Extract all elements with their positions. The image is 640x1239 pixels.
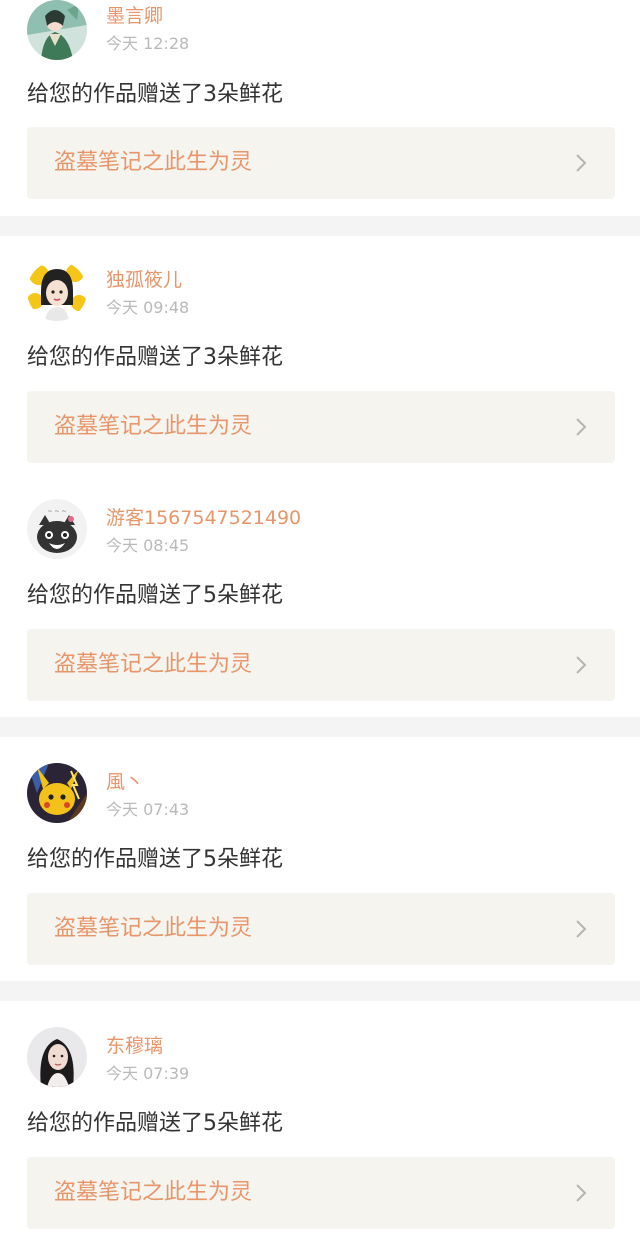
- username[interactable]: 独孤筱儿: [106, 268, 182, 292]
- timestamp: 今天 12:28: [106, 34, 190, 53]
- avatar[interactable]: [27, 0, 87, 60]
- section-divider: [0, 216, 640, 236]
- username[interactable]: 游客1567547521490: [106, 506, 301, 530]
- notification-item: 風丶 今天 07:43 给您的作品赠送了5朵鲜花 盗墓笔记之此生为灵: [0, 737, 640, 981]
- work-card[interactable]: 盗墓笔记之此生为灵: [27, 391, 615, 463]
- work-card[interactable]: 盗墓笔记之此生为灵: [27, 893, 615, 965]
- timestamp: 今天 08:45: [106, 536, 190, 555]
- section-divider: [0, 981, 640, 1001]
- work-card[interactable]: 盗墓笔记之此生为灵: [27, 1157, 615, 1229]
- timestamp: 今天 09:48: [106, 298, 190, 317]
- svg-text:~ ~ ~: ~ ~ ~: [48, 508, 67, 515]
- avatar[interactable]: [27, 1027, 87, 1087]
- work-title: 盗墓笔记之此生为灵: [54, 1180, 253, 1205]
- work-title: 盗墓笔记之此生为灵: [54, 652, 253, 677]
- avatar[interactable]: [27, 261, 87, 321]
- notification-item: 独孤筱儿 今天 09:48 给您的作品赠送了3朵鲜花 盗墓笔记之此生为灵 ~ ~…: [0, 236, 640, 717]
- work-title: 盗墓笔记之此生为灵: [54, 916, 253, 941]
- chevron-right-icon: [575, 1183, 587, 1203]
- gift-message: 给您的作品赠送了5朵鲜花: [27, 583, 283, 608]
- work-title: 盗墓笔记之此生为灵: [54, 414, 253, 439]
- notification-item: 东穆璃 今天 07:39 给您的作品赠送了5朵鲜花 盗墓笔记之此生为灵: [0, 1001, 640, 1239]
- chevron-right-icon: [575, 153, 587, 173]
- avatar[interactable]: ~ ~ ~: [27, 499, 87, 559]
- chevron-right-icon: [575, 919, 587, 939]
- gift-message: 给您的作品赠送了3朵鲜花: [27, 82, 283, 107]
- work-title: 盗墓笔记之此生为灵: [54, 150, 253, 175]
- gift-message: 给您的作品赠送了3朵鲜花: [27, 345, 283, 370]
- gift-message: 给您的作品赠送了5朵鲜花: [27, 847, 283, 872]
- notification-item: 墨言卿 今天 12:28 给您的作品赠送了3朵鲜花 盗墓笔记之此生为灵: [0, 0, 640, 216]
- flower-gift-notification-feed: 墨言卿 今天 12:28 给您的作品赠送了3朵鲜花 盗墓笔记之此生为灵 独孤筱儿…: [0, 0, 640, 1239]
- username[interactable]: 东穆璃: [106, 1034, 163, 1058]
- timestamp: 今天 07:39: [106, 1064, 190, 1083]
- work-card[interactable]: 盗墓笔记之此生为灵: [27, 629, 615, 701]
- chevron-right-icon: [575, 655, 587, 675]
- work-card[interactable]: 盗墓笔记之此生为灵: [27, 127, 615, 199]
- avatar[interactable]: [27, 763, 87, 823]
- timestamp: 今天 07:43: [106, 800, 190, 819]
- username[interactable]: 風丶: [106, 770, 144, 794]
- section-divider: [0, 717, 640, 737]
- chevron-right-icon: [575, 417, 587, 437]
- username[interactable]: 墨言卿: [106, 4, 163, 28]
- gift-message: 给您的作品赠送了5朵鲜花: [27, 1111, 283, 1136]
